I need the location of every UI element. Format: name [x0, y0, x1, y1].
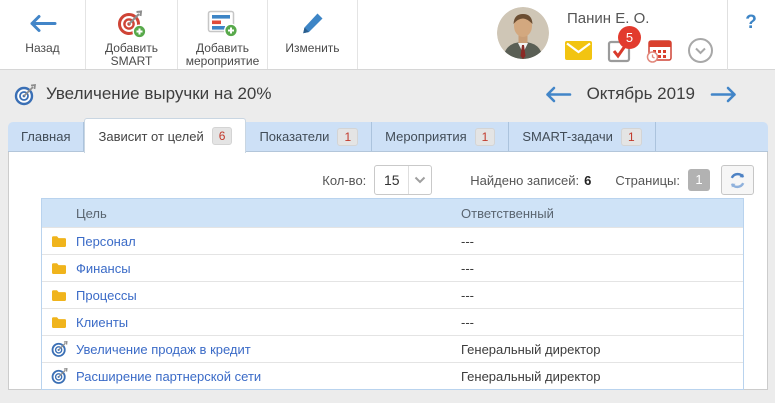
table-row[interactable]: Увеличение продаж в кредитГенеральный ди…	[42, 335, 743, 362]
period-label: Октябрь 2019	[587, 84, 695, 104]
add-event-label: Добавить мероприятие	[186, 42, 260, 68]
goal-link[interactable]: Увеличение продаж в кредит	[76, 342, 461, 357]
back-button-label: Назад	[25, 42, 59, 55]
target-icon	[42, 340, 76, 358]
goal-link[interactable]: Клиенты	[76, 315, 461, 330]
column-header-responsible: Ответственный	[461, 206, 743, 221]
tab-Зависит от целей[interactable]: Зависит от целей 6	[84, 118, 246, 153]
responsible-cell: ---	[461, 288, 743, 303]
next-month-arrow-icon[interactable]	[710, 86, 737, 103]
add-event-button[interactable]: Добавить мероприятие	[178, 0, 268, 69]
found-label: Найдено записей:	[470, 173, 579, 188]
avatar[interactable]	[497, 7, 549, 59]
responsible-cell: ---	[461, 315, 743, 330]
user-name: Панин Е. О.	[567, 10, 714, 27]
tab-label: Мероприятия	[385, 129, 467, 144]
goal-target-icon	[14, 83, 37, 106]
refresh-button[interactable]	[721, 165, 754, 195]
edit-button[interactable]: Изменить	[268, 0, 358, 69]
goal-link[interactable]: Финансы	[76, 261, 461, 276]
count-label: Кол-во:	[322, 173, 366, 188]
title-bar: Увеличение выручки на 20% Октябрь 2019	[0, 70, 775, 118]
folder-icon	[42, 289, 76, 302]
table-row[interactable]: Персонал---	[42, 227, 743, 254]
tab-Главная[interactable]: Главная	[8, 122, 84, 151]
target-add-icon	[116, 7, 147, 40]
notification-badge: 5	[618, 26, 641, 49]
tab-count-badge: 6	[212, 127, 233, 145]
responsible-cell: Генеральный директор	[461, 342, 743, 357]
responsible-cell: ---	[461, 234, 743, 249]
content-panel: Кол-во: 15 Найдено записей: 6 Страницы: …	[8, 152, 768, 390]
period-navigator: Октябрь 2019	[545, 84, 737, 104]
chevron-down-circle-icon[interactable]	[687, 37, 714, 64]
table-row[interactable]: Финансы---	[42, 254, 743, 281]
edit-button-label: Изменить	[285, 42, 339, 55]
back-button[interactable]: Назад	[0, 0, 86, 69]
count-select[interactable]: 15	[374, 165, 432, 195]
help-button[interactable]: ?	[736, 8, 766, 38]
folder-icon	[42, 262, 76, 275]
tab-count-badge: 1	[475, 128, 496, 146]
count-select-value: 15	[375, 166, 409, 194]
list-controls: Кол-во: 15 Найдено записей: 6 Страницы: …	[322, 165, 754, 195]
page-title: Увеличение выручки на 20%	[46, 84, 271, 104]
add-smart-button[interactable]: Добавить SMART	[86, 0, 178, 69]
goal-link[interactable]: Процессы	[76, 288, 461, 303]
column-header-goal: Цель	[42, 206, 461, 221]
folder-icon	[42, 316, 76, 329]
target-icon	[42, 367, 76, 385]
table-row[interactable]: Процессы---	[42, 281, 743, 308]
tab-label: Зависит от целей	[98, 129, 203, 144]
calendar-clock-icon[interactable]	[646, 39, 673, 63]
pencil-icon	[299, 7, 326, 40]
tab-SMART-задачи[interactable]: SMART-задачи 1	[509, 122, 655, 151]
tab-count-badge: 1	[337, 128, 358, 146]
refresh-icon	[727, 170, 748, 191]
goal-link[interactable]: Расширение партнерской сети	[76, 369, 461, 384]
folder-icon	[42, 235, 76, 248]
tab-Мероприятия[interactable]: Мероприятия 1	[372, 122, 509, 151]
back-arrow-icon	[28, 7, 58, 40]
list-add-icon	[207, 7, 238, 40]
mail-icon[interactable]	[565, 41, 592, 60]
tab-label: SMART-задачи	[522, 129, 613, 144]
goal-link[interactable]: Персонал	[76, 234, 461, 249]
pages-label: Страницы:	[615, 173, 680, 188]
page-number-button[interactable]: 1	[688, 169, 710, 191]
tab-label: Главная	[21, 129, 70, 144]
found-value: 6	[584, 173, 591, 188]
prev-month-arrow-icon[interactable]	[545, 86, 572, 103]
tab-Показатели[interactable]: Показатели 1	[246, 122, 372, 151]
tab-label: Показатели	[259, 129, 329, 144]
table-body: Персонал---Финансы---Процессы---Клиенты-…	[42, 227, 743, 389]
tab-bar: ГлавнаяЗависит от целей6Показатели1Мероп…	[8, 122, 768, 152]
tab-count-badge: 1	[621, 128, 642, 146]
responsible-cell: Генеральный директор	[461, 369, 743, 384]
toolbar-divider	[727, 0, 728, 70]
select-chevron-icon	[409, 166, 431, 194]
goals-table: Цель Ответственный Персонал---Финансы---…	[41, 198, 744, 390]
add-smart-label: Добавить SMART	[105, 42, 158, 68]
table-row[interactable]: Клиенты---	[42, 308, 743, 335]
tasks-icon[interactable]: 5	[606, 38, 632, 64]
table-header: Цель Ответственный	[42, 199, 743, 227]
responsible-cell: ---	[461, 261, 743, 276]
table-row[interactable]: Расширение партнерской сетиГенеральный д…	[42, 362, 743, 389]
user-block: Панин Е. О. 5	[497, 7, 714, 64]
